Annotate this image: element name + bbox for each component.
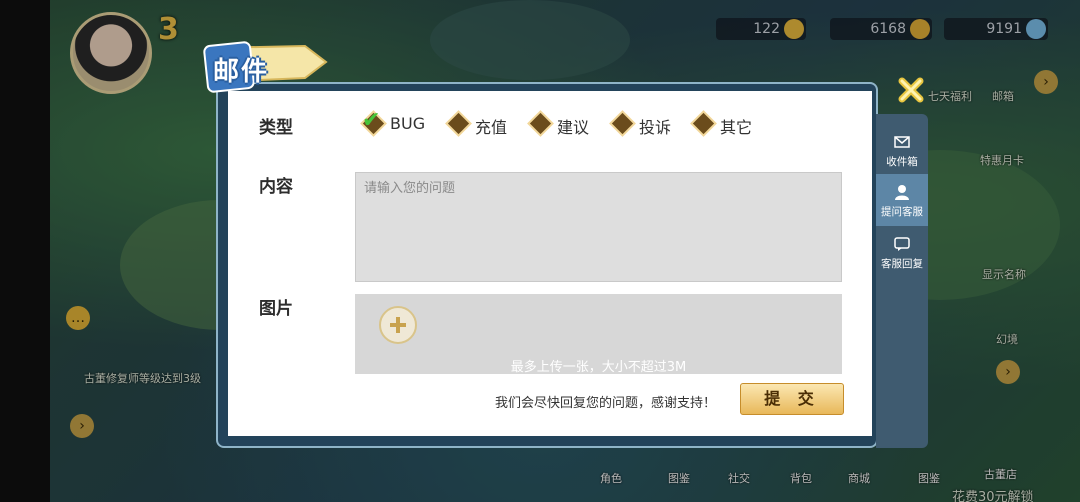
envelope-icon [894, 136, 910, 148]
type-option-label: 投诉 [639, 118, 672, 137]
footer-note: 我们会尽快回复您的问题，感谢支持！ [494, 396, 716, 411]
mail-side-tabs: 收件箱 提问客服 客服回复 [876, 114, 928, 448]
type-option-label: 建议 [557, 118, 590, 137]
type-option-label: 充值 [475, 118, 508, 137]
tab-label: 客服回复 [881, 258, 923, 270]
tab-support-reply[interactable]: 客服回复 [876, 226, 928, 278]
content-placeholder: 请输入您的问题 [364, 181, 456, 196]
tab-inbox[interactable]: 收件箱 [876, 124, 928, 176]
tab-ask-support[interactable]: 提问客服 [876, 174, 928, 226]
person-icon [895, 185, 909, 200]
checkmark-icon: ✔ [362, 108, 381, 133]
dialog-title: 邮件 [213, 57, 270, 87]
add-image-icon[interactable] [379, 306, 417, 344]
tab-label: 提问客服 [881, 206, 923, 218]
type-label: 类型 [259, 118, 293, 138]
chat-icon [894, 237, 910, 251]
type-option-label: BUG [390, 114, 426, 133]
type-option-label: 其它 [720, 118, 753, 137]
close-icon[interactable] [896, 75, 926, 105]
content-textarea[interactable]: 请输入您的问题 [355, 172, 842, 282]
image-label: 图片 [259, 299, 293, 319]
image-upload-hint: 最多上传一张，大小不超过3M [510, 360, 687, 375]
content-label: 内容 [259, 177, 293, 197]
submit-button[interactable]: 提 交 [740, 383, 844, 415]
tab-label: 收件箱 [886, 156, 918, 168]
